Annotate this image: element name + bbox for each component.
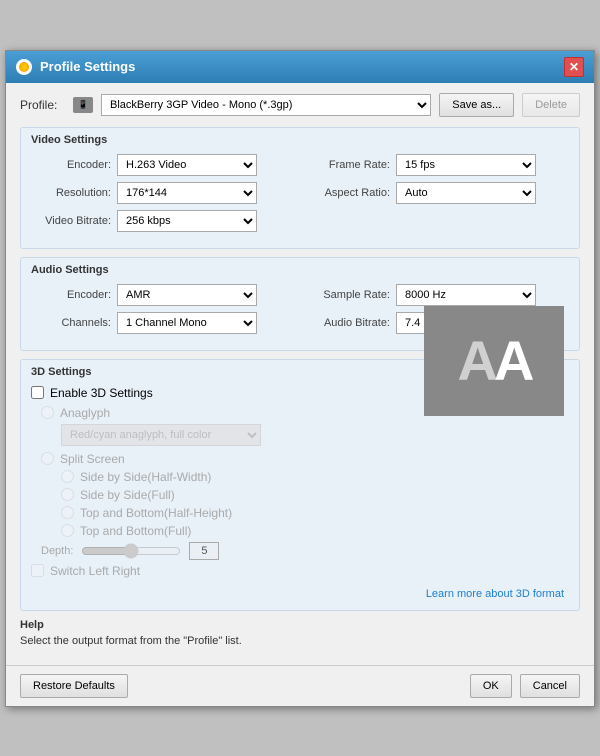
side-by-side-half-label: Side by Side(Half-Width) — [80, 470, 211, 484]
save-as-button[interactable]: Save as... — [439, 93, 514, 117]
aspect-ratio-label: Aspect Ratio: — [310, 187, 390, 199]
ok-button[interactable]: OK — [470, 674, 512, 698]
audio-encoder-label: Encoder: — [31, 289, 111, 301]
switch-lr-label: Switch Left Right — [50, 564, 140, 578]
video-settings-section: Video Settings Encoder: H.263 Video Fram… — [20, 127, 580, 249]
video-settings-title: Video Settings — [31, 134, 569, 146]
footer: Restore Defaults OK Cancel — [6, 665, 594, 706]
footer-buttons: OK Cancel — [470, 674, 580, 698]
side-by-side-full-label: Side by Side(Full) — [80, 488, 175, 502]
channels-row: Channels: 1 Channel Mono — [31, 312, 290, 334]
frame-rate-select[interactable]: 15 fps — [396, 154, 536, 176]
side-by-side-full-row: Side by Side(Full) — [61, 488, 569, 502]
enable-3d-checkbox[interactable] — [31, 386, 44, 399]
top-bottom-full-radio[interactable] — [61, 524, 74, 537]
profile-icon: 📱 — [73, 97, 93, 113]
restore-defaults-button[interactable]: Restore Defaults — [20, 674, 128, 698]
close-button[interactable]: ✕ — [564, 57, 584, 77]
dialog-title: Profile Settings — [40, 59, 135, 74]
sample-rate-label: Sample Rate: — [310, 289, 390, 301]
audio-bitrate-label: Audio Bitrate: — [310, 317, 390, 329]
video-encoder-select[interactable]: H.263 Video — [117, 154, 257, 176]
resolution-row: Resolution: 176*144 — [31, 182, 290, 204]
video-bitrate-label: Video Bitrate: — [31, 215, 111, 227]
depth-row: Depth: — [41, 542, 569, 560]
aspect-ratio-row: Aspect Ratio: Auto — [310, 182, 569, 204]
top-bottom-full-row: Top and Bottom(Full) — [61, 524, 569, 538]
switch-lr-checkbox[interactable] — [31, 564, 44, 577]
profile-select[interactable]: BlackBerry 3GP Video - Mono (*.3gp) — [101, 94, 431, 116]
top-bottom-half-label: Top and Bottom(Half-Height) — [80, 506, 232, 520]
encoder-row: Encoder: H.263 Video — [31, 154, 290, 176]
title-bar: Profile Settings ✕ — [6, 51, 594, 83]
anaglyph-type-select[interactable]: Red/cyan anaglyph, full color — [61, 424, 261, 446]
anaglyph-label: Anaglyph — [60, 406, 110, 420]
video-row1: Encoder: H.263 Video Frame Rate: 15 fps — [31, 154, 569, 182]
delete-button[interactable]: Delete — [522, 93, 580, 117]
cancel-button[interactable]: Cancel — [520, 674, 580, 698]
framerate-row: Frame Rate: 15 fps — [310, 154, 569, 176]
3d-preview-box: AA — [424, 306, 564, 416]
resolution-label: Resolution: — [31, 187, 111, 199]
top-bottom-half-row: Top and Bottom(Half-Height) — [61, 506, 569, 520]
audio-encoder-select[interactable]: AMR — [117, 284, 257, 306]
app-icon — [16, 59, 32, 75]
audio-settings-title: Audio Settings — [31, 264, 569, 276]
side-by-side-full-radio[interactable] — [61, 488, 74, 501]
help-title: Help — [20, 619, 580, 631]
preview-letter-left: A — [458, 329, 494, 392]
anaglyph-radio[interactable] — [41, 406, 54, 419]
depth-slider[interactable] — [81, 544, 181, 558]
top-bottom-half-radio[interactable] — [61, 506, 74, 519]
top-bottom-full-label: Top and Bottom(Full) — [80, 524, 191, 538]
depth-label: Depth: — [41, 545, 73, 557]
switch-lr-row: Switch Left Right — [31, 564, 569, 578]
split-screen-row: Split Screen — [41, 452, 569, 466]
video-row2: Resolution: 176*144 Aspect Ratio: Auto — [31, 182, 569, 210]
side-by-side-half-row: Side by Side(Half-Width) — [61, 470, 569, 484]
video-bitrate-row: Video Bitrate: 256 kbps — [31, 210, 569, 232]
encoder-label: Encoder: — [31, 159, 111, 171]
dialog-content: Profile: 📱 BlackBerry 3GP Video - Mono (… — [6, 83, 594, 665]
learn-3d-link[interactable]: Learn more about 3D format — [426, 588, 564, 600]
depth-value-input[interactable] — [189, 542, 219, 560]
channels-label: Channels: — [31, 317, 111, 329]
video-bitrate-select[interactable]: 256 kbps — [117, 210, 257, 232]
help-section: Help Select the output format from the "… — [20, 619, 580, 647]
enable-3d-row: Enable 3D Settings — [31, 386, 424, 400]
profile-row: Profile: 📱 BlackBerry 3GP Video - Mono (… — [20, 93, 580, 117]
side-by-side-half-radio[interactable] — [61, 470, 74, 483]
split-screen-label: Split Screen — [60, 452, 125, 466]
sample-rate-select[interactable]: 8000 Hz — [396, 284, 536, 306]
title-bar-left: Profile Settings — [16, 59, 135, 75]
anaglyph-row: Anaglyph — [41, 406, 424, 420]
enable-3d-label: Enable 3D Settings — [50, 386, 153, 400]
audio-encoder-row: Encoder: AMR — [31, 284, 290, 306]
3d-settings-section: 3D Settings AA Enable 3D Settings Anagly… — [20, 359, 580, 611]
frame-rate-label: Frame Rate: — [310, 159, 390, 171]
profile-label: Profile: — [20, 98, 65, 112]
profile-settings-dialog: Profile Settings ✕ Profile: 📱 BlackBerry… — [5, 50, 595, 707]
resolution-select[interactable]: 176*144 — [117, 182, 257, 204]
aspect-ratio-select[interactable]: Auto — [396, 182, 536, 204]
help-text: Select the output format from the "Profi… — [20, 635, 580, 647]
sample-rate-row: Sample Rate: 8000 Hz — [310, 284, 569, 306]
preview-letter-right: A — [494, 329, 530, 392]
preview-aa-letters: AA — [458, 333, 531, 389]
split-screen-radio[interactable] — [41, 452, 54, 465]
channels-select[interactable]: 1 Channel Mono — [117, 312, 257, 334]
